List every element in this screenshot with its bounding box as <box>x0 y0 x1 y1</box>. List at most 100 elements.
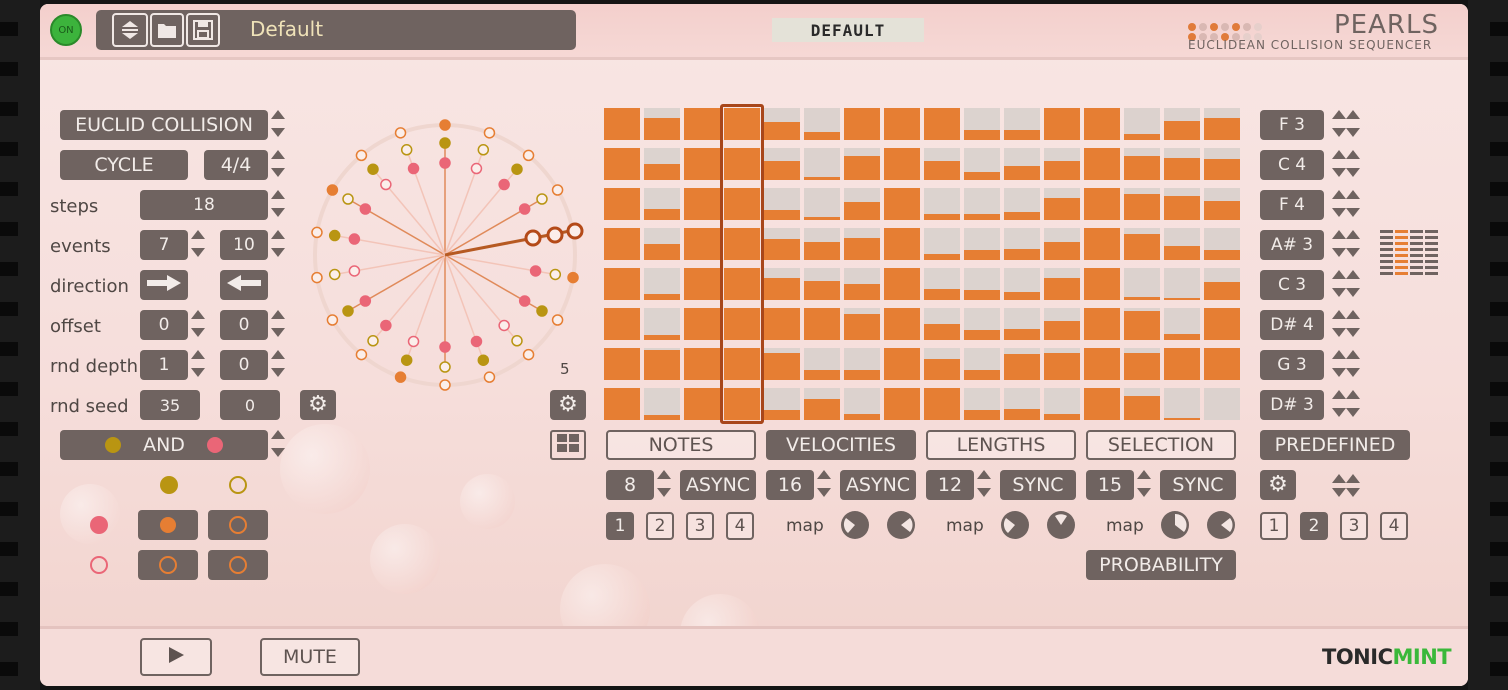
grid-cell[interactable] <box>1044 388 1080 420</box>
grid-cell[interactable] <box>1084 268 1120 300</box>
predefined-down-icon-a[interactable] <box>1332 488 1346 497</box>
tab-predefined[interactable]: PREDEFINED <box>1260 430 1410 460</box>
predefined-page-4[interactable]: 4 <box>1380 512 1408 540</box>
grid-cell[interactable] <box>1004 228 1040 260</box>
steps-up-icon[interactable] <box>271 190 285 199</box>
grid-cell[interactable] <box>964 268 1000 300</box>
grid-cell[interactable] <box>884 108 920 140</box>
grid-cell[interactable] <box>684 228 720 260</box>
grid-cell[interactable] <box>604 348 640 380</box>
notes-length-down-icon[interactable] <box>657 488 671 497</box>
grid-cell[interactable] <box>964 388 1000 420</box>
grid-cell[interactable] <box>804 228 840 260</box>
matrix-cell-2-1[interactable] <box>138 550 198 580</box>
grid-cell[interactable] <box>1164 268 1200 300</box>
grid-cell[interactable] <box>1084 108 1120 140</box>
velocities-map-knob-a[interactable] <box>840 510 870 544</box>
grid-cell[interactable] <box>884 308 920 340</box>
note-up-icon[interactable] <box>1346 190 1360 199</box>
velocities-length-up-icon[interactable] <box>817 470 831 479</box>
grid-cell[interactable] <box>1084 308 1120 340</box>
mode-down-icon[interactable] <box>271 128 285 137</box>
grid-cell[interactable] <box>684 108 720 140</box>
events-b-value[interactable]: 10 <box>220 230 268 260</box>
note-down-icon[interactable] <box>1332 248 1346 257</box>
grid-cell[interactable] <box>964 148 1000 180</box>
offset-b-value[interactable]: 0 <box>220 310 268 340</box>
events-b-up-icon[interactable] <box>271 230 285 239</box>
note-value[interactable]: D# 3 <box>1260 390 1324 420</box>
grid-cell[interactable] <box>844 188 880 220</box>
note-down-icon[interactable] <box>1346 368 1360 377</box>
grid-cell[interactable] <box>1204 148 1240 180</box>
predefined-up-icon-b[interactable] <box>1346 474 1360 483</box>
notes-page-2[interactable]: 2 <box>646 512 674 540</box>
grid-cell[interactable] <box>1004 108 1040 140</box>
cycle-button[interactable]: CYCLE <box>60 150 188 180</box>
offset-a-value[interactable]: 0 <box>140 310 188 340</box>
notes-length-value[interactable]: 8 <box>606 470 654 500</box>
logic-select[interactable]: AND <box>60 430 268 460</box>
grid-cell[interactable] <box>604 108 640 140</box>
grid-cell[interactable] <box>1124 268 1160 300</box>
note-down-icon[interactable] <box>1346 408 1360 417</box>
note-up-icon[interactable] <box>1332 190 1346 199</box>
grid-cell[interactable] <box>1124 308 1160 340</box>
grid-cell[interactable] <box>924 108 960 140</box>
note-value[interactable]: D# 4 <box>1260 310 1324 340</box>
grid-cell[interactable] <box>1164 108 1200 140</box>
notes-length-up-icon[interactable] <box>657 470 671 479</box>
predefined-settings-button[interactable]: ⚙ <box>1260 470 1296 500</box>
grid-cell[interactable] <box>684 188 720 220</box>
direction-b-button[interactable] <box>220 270 268 300</box>
grid-cell[interactable] <box>644 148 680 180</box>
grid-cell[interactable] <box>1124 348 1160 380</box>
grid-cell[interactable] <box>924 228 960 260</box>
selection-length-value[interactable]: 15 <box>1086 470 1134 500</box>
grid-cell[interactable] <box>644 348 680 380</box>
grid-cell[interactable] <box>684 388 720 420</box>
grid-cell[interactable] <box>1004 308 1040 340</box>
preset-navigate-button[interactable] <box>112 13 148 47</box>
note-up-icon[interactable] <box>1346 310 1360 319</box>
note-value[interactable]: C 3 <box>1260 270 1324 300</box>
steps-down-icon[interactable] <box>271 208 285 217</box>
predefined-up-icon-a[interactable] <box>1332 474 1346 483</box>
grid-cell[interactable] <box>604 188 640 220</box>
note-up-icon[interactable] <box>1332 390 1346 399</box>
grid-cell[interactable] <box>924 148 960 180</box>
velocities-length-down-icon[interactable] <box>817 488 831 497</box>
preset-name[interactable]: Default <box>250 17 323 41</box>
grid-cell[interactable] <box>884 228 920 260</box>
note-up-icon[interactable] <box>1346 110 1360 119</box>
logic-down-icon[interactable] <box>271 448 285 457</box>
grid-cell[interactable] <box>1004 148 1040 180</box>
grid-cell[interactable] <box>1204 228 1240 260</box>
grid-cell[interactable] <box>604 268 640 300</box>
grid-cell[interactable] <box>1124 188 1160 220</box>
grid-cell[interactable] <box>1044 148 1080 180</box>
note-down-icon[interactable] <box>1332 168 1346 177</box>
rnd-seed-a-value[interactable]: 35 <box>140 390 200 420</box>
predefined-page-3[interactable]: 3 <box>1340 512 1368 540</box>
grid-cell[interactable] <box>684 348 720 380</box>
note-down-icon[interactable] <box>1332 408 1346 417</box>
step-grid[interactable] <box>600 104 1243 426</box>
grid-cell[interactable] <box>1004 348 1040 380</box>
grid-cell[interactable] <box>1164 388 1200 420</box>
grid-cell[interactable] <box>804 188 840 220</box>
grid-cell[interactable] <box>604 388 640 420</box>
grid-cell[interactable] <box>1044 188 1080 220</box>
grid-cell[interactable] <box>644 268 680 300</box>
grid-cell[interactable] <box>604 148 640 180</box>
selection-sync-button[interactable]: SYNC <box>1160 470 1236 500</box>
mute-button[interactable]: MUTE <box>260 638 360 676</box>
events-a-value[interactable]: 7 <box>140 230 188 260</box>
note-down-icon[interactable] <box>1346 248 1360 257</box>
grid-cell[interactable] <box>1124 108 1160 140</box>
grid-cell[interactable] <box>804 148 840 180</box>
rnd-depth-a-up-icon[interactable] <box>191 350 205 359</box>
grid-cell[interactable] <box>844 388 880 420</box>
logic-up-icon[interactable] <box>271 430 285 439</box>
grid-cell[interactable] <box>844 308 880 340</box>
